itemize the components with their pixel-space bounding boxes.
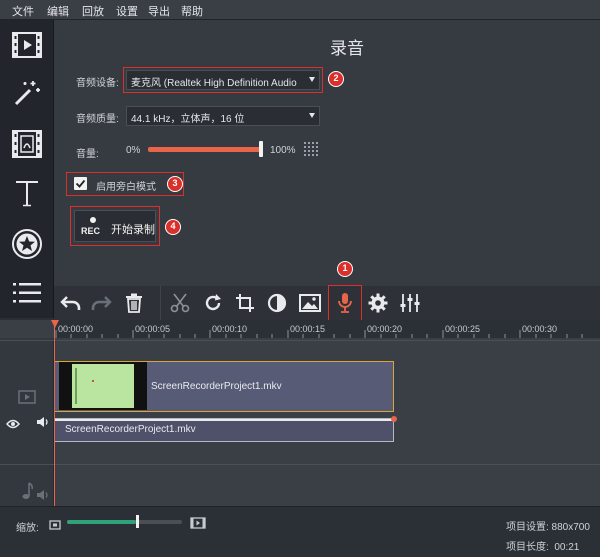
audio-clip[interactable]: ScreenRecorderProject1.mkv <box>54 418 394 442</box>
menu-bar: 文件 编辑 回放 设置 导出 帮助 <box>0 0 600 20</box>
magic-wand-icon[interactable] <box>4 72 50 114</box>
status-bar: 缩放: 项目设置: 880x700 项目长度: 00:21 <box>0 506 600 557</box>
volume-slider-handle[interactable] <box>259 141 263 157</box>
filmstrip-icon[interactable] <box>4 123 50 165</box>
audio-volume-handle[interactable] <box>391 416 397 422</box>
list-menu-icon[interactable] <box>4 272 50 314</box>
voiceover-checkbox[interactable] <box>74 177 87 190</box>
timeline-tracks: ScreenRecorderProject1.mkv ScreenRecorde… <box>0 338 600 506</box>
start-record-label: 开始录制 <box>111 224 155 236</box>
app-window: 文件 编辑 回放 设置 导出 帮助 录音 音频设备: 麦克风 (Realtek … <box>0 0 600 557</box>
settings-gear-icon[interactable] <box>364 289 392 317</box>
audio-device-label: 音频设备: <box>76 78 119 89</box>
zoom-slider-fill <box>67 520 136 524</box>
timeline-tick-label: 00:00:10 <box>212 324 248 334</box>
menu-export[interactable]: 导出 <box>148 3 170 19</box>
volume-label: 音量: <box>76 149 99 160</box>
timeline-tick-label: 00:00:15 <box>290 324 326 334</box>
audio-quality-select[interactable]: 44.1 kHz，立体声，16 位 <box>126 106 320 126</box>
playhead-marker[interactable] <box>51 320 59 328</box>
volume-min-label: 0% <box>126 145 141 156</box>
volume-meter-icon <box>304 142 318 161</box>
track-divider <box>0 340 600 341</box>
zoom-slider-handle[interactable] <box>136 515 139 528</box>
audio-quality-label: 音频质量: <box>76 114 119 125</box>
timeline-tick-label: 00:00:00 <box>58 324 94 334</box>
menu-playback[interactable]: 回放 <box>82 3 104 19</box>
callout-badge-3: 3 <box>167 176 183 192</box>
audio-clip-name: ScreenRecorderProject1.mkv <box>65 424 196 435</box>
redo-icon[interactable] <box>87 289 115 317</box>
menu-help[interactable]: 帮助 <box>181 3 203 19</box>
timeline-tick-label: 00:00:05 <box>135 324 171 334</box>
clip-thumbnail <box>59 362 147 410</box>
eye-icon[interactable] <box>6 416 20 434</box>
rec-icon-text: REC <box>81 226 101 236</box>
audio-device-select[interactable]: 麦克风 (Realtek High Definition Audio <box>126 70 320 90</box>
video-clip-name: ScreenRecorderProject1.mkv <box>151 381 282 392</box>
text-icon[interactable] <box>4 172 50 214</box>
callout-badge-1: 1 <box>337 261 353 277</box>
menu-edit[interactable]: 编辑 <box>47 3 69 19</box>
zoom-out-icon[interactable] <box>49 517 61 535</box>
voiceover-label: 启用旁白模式 <box>96 182 156 193</box>
audio-device-value: 麦克风 (Realtek High Definition Audio <box>131 78 297 89</box>
chevron-down-icon <box>309 77 315 82</box>
color-adjust-icon[interactable] <box>263 289 291 317</box>
left-sidebar <box>0 20 54 318</box>
record-dot-icon <box>90 217 96 223</box>
timeline: 00:00:00 00:00:05 00:00:10 00:00:15 00:0… <box>0 320 600 506</box>
music-speaker-icon[interactable] <box>36 488 50 506</box>
menu-file[interactable]: 文件 <box>12 3 34 19</box>
microphone-icon[interactable] <box>331 289 359 317</box>
delete-icon[interactable] <box>120 289 148 317</box>
rotate-icon[interactable] <box>199 289 227 317</box>
edit-toolbar <box>54 285 600 321</box>
zoom-label: 缩放: <box>16 523 39 534</box>
callout-badge-4: 4 <box>165 219 181 235</box>
music-track-icon <box>20 482 34 505</box>
video-clip[interactable]: ScreenRecorderProject1.mkv <box>54 361 394 412</box>
audio-volume-line[interactable] <box>55 419 393 421</box>
speaker-icon[interactable] <box>36 415 50 433</box>
equalizer-icon[interactable] <box>396 289 424 317</box>
image-icon[interactable] <box>296 289 324 317</box>
volume-slider-fill <box>148 147 262 152</box>
timeline-tick-label: 00:00:20 <box>367 324 403 334</box>
chevron-down-icon <box>309 113 315 118</box>
playhead-line[interactable] <box>54 326 55 506</box>
start-record-button[interactable]: REC 开始录制 <box>74 210 156 242</box>
volume-slider-track[interactable] <box>148 147 262 152</box>
zoom-in-icon[interactable] <box>190 516 206 534</box>
checkmark-icon <box>75 179 86 188</box>
zoom-slider-track[interactable] <box>67 520 182 524</box>
timeline-tick-label: 00:00:25 <box>445 324 481 334</box>
menu-settings[interactable]: 设置 <box>116 3 138 19</box>
track-divider <box>0 464 600 465</box>
video-track-icon <box>18 390 36 409</box>
thumbnail-frame <box>72 364 134 408</box>
timeline-ruler[interactable]: 00:00:00 00:00:05 00:00:10 00:00:15 00:0… <box>54 320 600 338</box>
record-audio-panel: 录音 音频设备: 麦克风 (Realtek High Definition Au… <box>54 20 600 286</box>
toolbar-separator <box>160 286 161 320</box>
audio-quality-value: 44.1 kHz，立体声，16 位 <box>131 114 245 125</box>
thumbnail-detail <box>92 380 94 382</box>
video-clips-icon[interactable] <box>4 24 50 66</box>
timeline-tick-label: 00:00:30 <box>522 324 558 334</box>
sticker-star-icon[interactable] <box>4 223 50 265</box>
volume-max-label: 100% <box>270 145 296 156</box>
undo-icon[interactable] <box>57 289 85 317</box>
callout-badge-2: 2 <box>328 71 344 87</box>
scissors-icon[interactable] <box>166 289 194 317</box>
panel-title: 录音 <box>330 39 364 58</box>
project-settings-text: 项目设置: 880x700 <box>506 522 590 533</box>
thumbnail-detail <box>75 368 77 404</box>
crop-icon[interactable] <box>231 289 259 317</box>
project-length-text: 项目长度: 00:21 <box>506 542 580 553</box>
